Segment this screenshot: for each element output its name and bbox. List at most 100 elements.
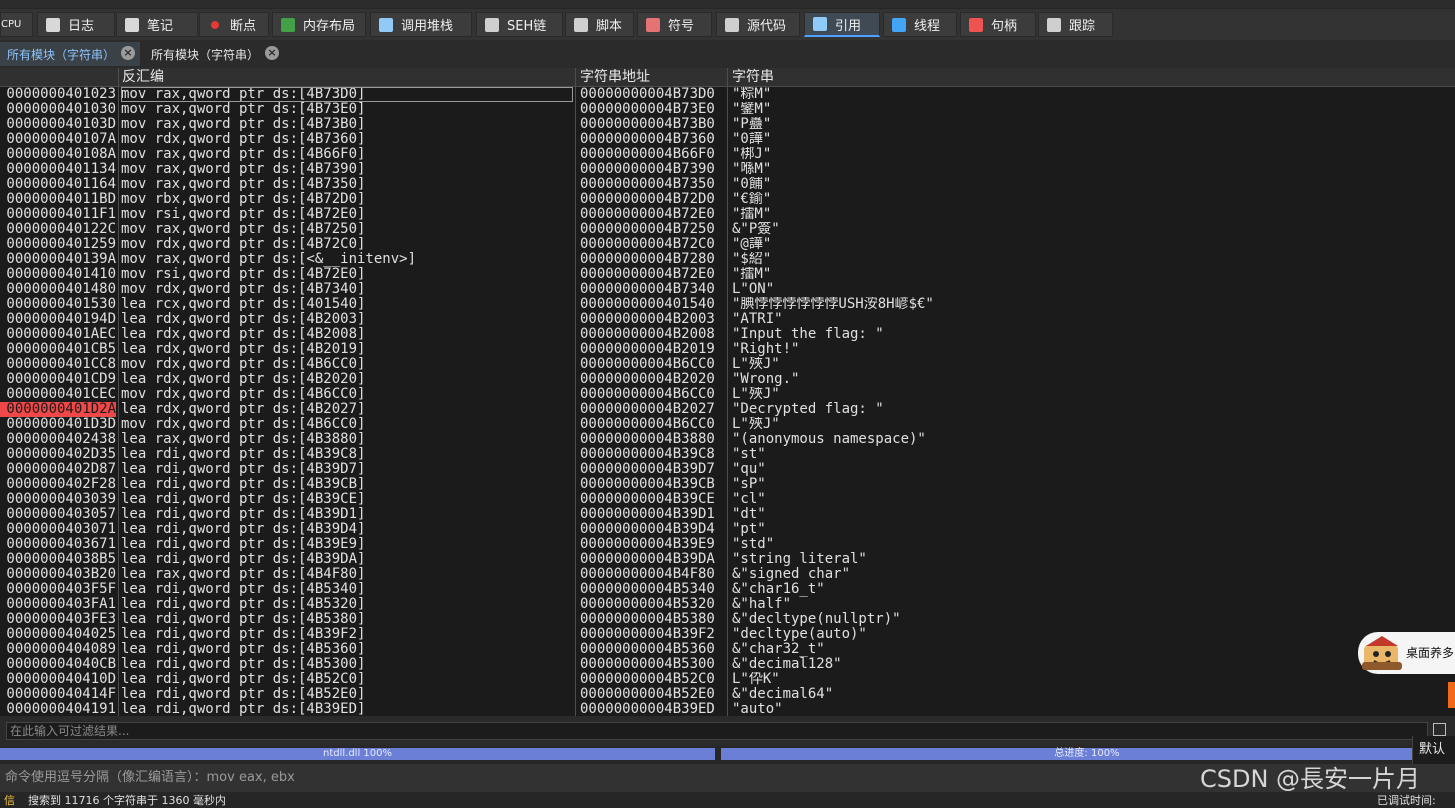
tab-breakpoint[interactable]: 断点 — [199, 12, 269, 37]
table-row[interactable]: 0000000403057 lea rdi,qword ptr ds:[4B39D… — [0, 507, 1455, 522]
cell-string-address: 00000000004B5360 — [580, 642, 715, 657]
tab-cpu[interactable]: CPU — [0, 12, 33, 37]
cell-disassembly: lea rdi,qword ptr ds:[4B52E0] — [121, 687, 366, 702]
table-row[interactable]: 0000000401480 mov rdx,qword ptr ds:[4B734… — [0, 282, 1455, 297]
cell-string-address: 00000000004B73E0 — [580, 102, 715, 117]
references-table[interactable]: 反汇编 字符串地址 字符串 0000000401023 mov rax,qword… — [0, 68, 1455, 716]
table-row[interactable]: 0000000402D87 lea rdi,qword ptr ds:[4B39D… — [0, 462, 1455, 477]
table-row[interactable]: 0000000403FA1 lea rdi,qword ptr ds:[4B532… — [0, 597, 1455, 612]
cell-string: "(anonymous namespace)" — [732, 432, 926, 447]
table-row[interactable]: 0000000401023 mov rax,qword ptr ds:[4B73D… — [0, 87, 1455, 102]
subtab-label: 所有模块（字符串） — [151, 47, 260, 62]
cell-address: 000000040139A — [6, 252, 116, 267]
cell-disassembly: mov rsi,qword ptr ds:[4B72E0] — [121, 267, 366, 282]
table-row[interactable]: 00000004011F1 mov rsi,qword ptr ds:[4B72E… — [0, 207, 1455, 222]
table-row[interactable]: 0000000403039 lea rdi,qword ptr ds:[4B39C… — [0, 492, 1455, 507]
table-row[interactable]: 000000040139A mov rax,qword ptr ds:[<&__i… — [0, 252, 1455, 267]
cell-disassembly: lea rdi,qword ptr ds:[4B39D4] — [121, 522, 366, 537]
cell-string-address: 00000000004B2027 — [580, 402, 715, 417]
table-row[interactable]: 000000040108A mov rax,qword ptr ds:[4B66F… — [0, 147, 1455, 162]
table-row[interactable]: 0000000401AEC lea rdx,qword ptr ds:[4B200… — [0, 327, 1455, 342]
cell-address: 0000000402438 — [6, 432, 116, 447]
table-row[interactable]: 0000000403671 lea rdi,qword ptr ds:[4B39E… — [0, 537, 1455, 552]
cell-string: &"decltype(nullptr)" — [732, 612, 901, 627]
table-row[interactable]: 0000000404089 lea rdi,qword ptr ds:[4B536… — [0, 642, 1455, 657]
table-row[interactable]: 0000000401D2A lea rdx,qword ptr ds:[4B202… — [0, 402, 1455, 417]
desktop-pet-widget[interactable]: 桌面养多 — [1358, 632, 1455, 674]
table-row[interactable]: 0000000401CEC mov rdx,qword ptr ds:[4B6CC… — [0, 387, 1455, 402]
tab-log[interactable]: 日志 — [37, 12, 115, 37]
tab-trace[interactable]: 跟踪 — [1038, 12, 1113, 37]
cell-address: 0000000404025 — [6, 627, 116, 642]
filter-bar: 在此输入可过滤结果... — [0, 716, 1455, 746]
table-row[interactable]: 00000004040CB lea rdi,qword ptr ds:[4B530… — [0, 657, 1455, 672]
column-header-address[interactable] — [0, 68, 118, 86]
cell-string: "粽M" — [732, 87, 772, 102]
table-row[interactable]: 0000000402D35 lea rdi,qword ptr ds:[4B39C… — [0, 447, 1455, 462]
column-header-disassembly[interactable]: 反汇编 — [118, 68, 576, 86]
tab-references[interactable]: 引用 — [804, 12, 880, 37]
cell-string-address: 00000000004B39CB — [580, 477, 715, 492]
table-row[interactable]: 000000040194D lea rdx,qword ptr ds:[4B200… — [0, 312, 1455, 327]
table-row[interactable]: 0000000403071 lea rdi,qword ptr ds:[4B39D… — [0, 522, 1455, 537]
tab-threads[interactable]: 线程 — [883, 12, 957, 37]
table-row[interactable]: 00000004011BD mov rbx,qword ptr ds:[4B72D… — [0, 192, 1455, 207]
table-row[interactable]: 0000000403F5F lea rdi,qword ptr ds:[4B534… — [0, 582, 1455, 597]
table-row[interactable]: 000000040107A mov rdx,qword ptr ds:[4B736… — [0, 132, 1455, 147]
tab-symbols[interactable]: 符号 — [637, 12, 712, 37]
tab-seh-chain[interactable]: SEH链 — [476, 12, 563, 37]
filter-input[interactable]: 在此输入可过滤结果... — [6, 722, 1428, 740]
table-row[interactable]: 0000000402F28 lea rdi,qword ptr ds:[4B39C… — [0, 477, 1455, 492]
table-row[interactable]: 0000000401164 mov rax,qword ptr ds:[4B735… — [0, 177, 1455, 192]
table-row[interactable]: 0000000401134 mov rax,qword ptr ds:[4B739… — [0, 162, 1455, 177]
column-header-string[interactable]: 字符串 — [728, 68, 1448, 86]
cell-string-address: 00000000004B39CE — [580, 492, 715, 507]
cell-string-address: 00000000004B72C0 — [580, 237, 715, 252]
cell-address: 0000000401CEC — [6, 387, 116, 402]
tab-label: 符号 — [668, 19, 695, 34]
table-row[interactable]: 0000000403B20 lea rax,qword ptr ds:[4B4F8… — [0, 567, 1455, 582]
table-row[interactable]: 00000004038B5 lea rdi,qword ptr ds:[4B39D… — [0, 552, 1455, 567]
table-row[interactable]: 0000000401D3D mov rdx,qword ptr ds:[4B6CC… — [0, 417, 1455, 432]
table-row[interactable]: 000000040122C mov rax,qword ptr ds:[4B725… — [0, 222, 1455, 237]
cell-string: "st" — [732, 447, 766, 462]
tab-script[interactable]: 脚本 — [565, 12, 634, 37]
default-button[interactable]: 默认 — [1412, 736, 1455, 764]
cell-string-address: 00000000004B72E0 — [580, 207, 715, 222]
table-row[interactable]: 000000040414F lea rdi,qword ptr ds:[4B52E… — [0, 687, 1455, 702]
close-icon[interactable]: × — [265, 46, 279, 60]
close-icon[interactable]: × — [121, 46, 135, 60]
table-row[interactable]: 0000000401530 lea rcx,qword ptr ds:[40154… — [0, 297, 1455, 312]
tab-label: 线程 — [914, 19, 941, 34]
cell-string: "Input the flag: " — [732, 327, 884, 342]
tab-handles[interactable]: 句柄 — [960, 12, 1036, 37]
memory-map-icon — [281, 17, 295, 32]
cell-string: "Right!" — [732, 342, 800, 357]
table-row[interactable]: 0000000404191 lea rdi,qword ptr ds:[4B39E… — [0, 702, 1455, 716]
subtab-all-modules-strings-2[interactable]: 所有模块（字符串） × — [144, 42, 284, 66]
table-row[interactable]: 0000000401CB5 lea rdx,qword ptr ds:[4B201… — [0, 342, 1455, 357]
table-row[interactable]: 0000000401CD9 lea rdx,qword ptr ds:[4B202… — [0, 372, 1455, 387]
cell-address: 000000040122C — [6, 222, 116, 237]
table-row[interactable]: 0000000401030 mov rax,qword ptr ds:[4B73E… — [0, 102, 1455, 117]
subtab-all-modules-strings-1[interactable]: 所有模块（字符串） × — [0, 42, 140, 66]
status-text: 搜索到 11716 个字符串于 1360 毫秒内 — [28, 794, 226, 807]
source-icon — [725, 17, 739, 32]
cell-disassembly: mov rdx,qword ptr ds:[4B7360] — [121, 132, 366, 147]
tab-call-stack[interactable]: 调用堆栈 — [370, 12, 472, 37]
tab-source[interactable]: 源代码 — [716, 12, 800, 37]
table-row[interactable]: 000000040103D mov rax,qword ptr ds:[4B73B… — [0, 117, 1455, 132]
side-notification-tab[interactable] — [1448, 682, 1455, 708]
tab-memory-map[interactable]: 内存布局 — [272, 12, 366, 37]
tab-notes[interactable]: 笔记 — [116, 12, 198, 37]
table-row[interactable]: 0000000401410 mov rsi,qword ptr ds:[4B72E… — [0, 267, 1455, 282]
table-row[interactable]: 0000000401CC8 mov rdx,qword ptr ds:[4B6CC… — [0, 357, 1455, 372]
cell-address: 000000040108A — [6, 147, 116, 162]
table-row[interactable]: 0000000404025 lea rdi,qword ptr ds:[4B39F… — [0, 627, 1455, 642]
column-header-string-address[interactable]: 字符串地址 — [576, 68, 728, 86]
regex-checkbox[interactable] — [1433, 723, 1446, 736]
table-row[interactable]: 0000000403FE3 lea rdi,qword ptr ds:[4B538… — [0, 612, 1455, 627]
table-row[interactable]: 000000040410D lea rdi,qword ptr ds:[4B52C… — [0, 672, 1455, 687]
table-row[interactable]: 0000000401259 mov rdx,qword ptr ds:[4B72C… — [0, 237, 1455, 252]
table-row[interactable]: 0000000402438 lea rax,qword ptr ds:[4B388… — [0, 432, 1455, 447]
